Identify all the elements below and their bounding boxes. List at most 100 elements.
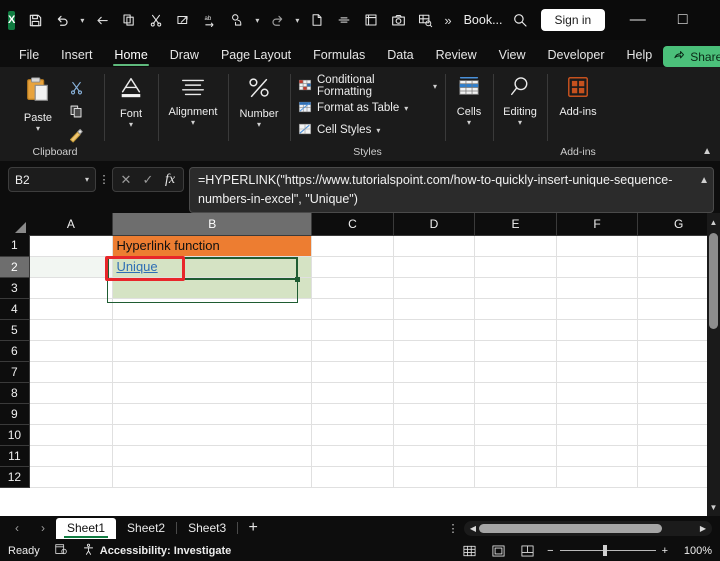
row-header-8[interactable]: 8 (0, 382, 29, 403)
touch-mode-caret-icon[interactable]: ▾ (251, 7, 263, 33)
cell-e1[interactable] (475, 235, 557, 256)
previous-sheet-button[interactable]: ‹ (4, 517, 30, 539)
tab-draw[interactable]: Draw (159, 42, 210, 67)
cell-f2[interactable] (556, 256, 638, 277)
number-dropdown-caret-icon[interactable]: ▾ (257, 120, 261, 129)
select-all-corner[interactable] (0, 213, 29, 235)
tab-file[interactable]: File (8, 42, 50, 67)
column-header-e[interactable]: E (475, 213, 557, 235)
cell-f8[interactable] (556, 382, 638, 403)
cell-e3[interactable] (475, 277, 557, 298)
cell-d2[interactable] (393, 256, 475, 277)
tab-home[interactable]: Home (103, 42, 158, 67)
zoom-slider[interactable]: − + (547, 545, 668, 557)
page-break-view-icon[interactable] (518, 543, 537, 559)
cell-b12[interactable] (113, 466, 312, 487)
tab-data[interactable]: Data (376, 42, 424, 67)
screenshot-icon[interactable] (358, 7, 384, 33)
cell-d8[interactable] (393, 382, 475, 403)
tab-developer[interactable]: Developer (537, 42, 616, 67)
font-button[interactable]: Font ▾ (110, 73, 152, 129)
cell-c11[interactable] (312, 445, 394, 466)
scroll-down-icon[interactable]: ▼ (707, 500, 720, 514)
camera-icon[interactable] (385, 7, 411, 33)
row-header-3[interactable]: 3 (0, 277, 29, 298)
insert-function-button[interactable]: fx (159, 168, 181, 191)
scroll-up-icon[interactable]: ▲ (707, 215, 720, 229)
formula-bar-options-icon[interactable]: ⋮ (96, 167, 112, 192)
undo-icon[interactable] (49, 7, 75, 33)
cell-f9[interactable] (556, 403, 638, 424)
tab-review[interactable]: Review (425, 42, 488, 67)
cell-d5[interactable] (393, 319, 475, 340)
paste-dropdown-caret-icon[interactable]: ▾ (36, 124, 40, 133)
cell-b2-hyperlink[interactable]: Unique (116, 259, 157, 274)
scroll-right-icon[interactable]: ▶ (697, 524, 709, 533)
row-header-7[interactable]: 7 (0, 361, 29, 382)
sign-in-button[interactable]: Sign in (541, 9, 606, 31)
font-dropdown-caret-icon[interactable]: ▾ (129, 120, 133, 129)
cell-d12[interactable] (393, 466, 475, 487)
copy-icon[interactable] (116, 7, 142, 33)
number-button[interactable]: Number ▾ (234, 73, 284, 129)
cell-d3[interactable] (393, 277, 475, 298)
cell-c5[interactable] (312, 319, 394, 340)
qat-overflow-icon[interactable]: » (439, 13, 456, 28)
zoom-thumb[interactable] (603, 545, 607, 556)
accessibility-checker[interactable]: Accessibility: Investigate (82, 543, 231, 559)
cell-c8[interactable] (312, 382, 394, 403)
cut-icon[interactable] (143, 7, 169, 33)
cell-e12[interactable] (475, 466, 557, 487)
paste-special-icon[interactable] (170, 7, 196, 33)
cell-b7[interactable] (113, 361, 312, 382)
next-sheet-button[interactable]: › (30, 517, 56, 539)
record-macro-button[interactable] (54, 542, 68, 559)
tab-view[interactable]: View (488, 42, 537, 67)
maximize-button[interactable]: □ (660, 0, 705, 40)
touch-mode-icon[interactable] (224, 7, 250, 33)
row-header-6[interactable]: 6 (0, 340, 29, 361)
cell-a9[interactable] (29, 403, 113, 424)
tab-insert[interactable]: Insert (50, 42, 103, 67)
horizontal-scrollbar[interactable]: ◀ ▶ (464, 521, 712, 536)
add-sheet-button[interactable]: + (238, 517, 268, 539)
row-header-9[interactable]: 9 (0, 403, 29, 424)
fill-handle[interactable] (295, 277, 300, 282)
chevron-down-icon[interactable]: ▾ (404, 104, 408, 113)
cell-a6[interactable] (29, 340, 113, 361)
zoom-out-button[interactable]: − (547, 545, 553, 557)
row-header-11[interactable]: 11 (0, 445, 29, 466)
sheet-tab-sheet1[interactable]: Sheet1 (56, 518, 116, 539)
normal-view-icon[interactable] (460, 543, 479, 559)
scroll-left-icon[interactable]: ◀ (467, 524, 479, 533)
column-header-d[interactable]: D (393, 213, 475, 235)
cell-b4[interactable] (113, 298, 312, 319)
formula-input[interactable]: =HYPERLINK("https://www.tutorialspoint.c… (189, 167, 714, 213)
redo-dropdown-caret-icon[interactable]: ▾ (291, 7, 303, 33)
cell-c6[interactable] (312, 340, 394, 361)
row-header-4[interactable]: 4 (0, 298, 29, 319)
cell-e9[interactable] (475, 403, 557, 424)
cell-c9[interactable] (312, 403, 394, 424)
strikethrough-icon[interactable] (331, 7, 357, 33)
cell-f1[interactable] (556, 235, 638, 256)
cell-d4[interactable] (393, 298, 475, 319)
cell-f3[interactable] (556, 277, 638, 298)
alignment-dropdown-caret-icon[interactable]: ▾ (191, 118, 195, 127)
cell-c10[interactable] (312, 424, 394, 445)
cell-f12[interactable] (556, 466, 638, 487)
spelling-icon[interactable]: ab (197, 7, 223, 33)
vertical-scroll-thumb[interactable] (709, 233, 718, 329)
horizontal-scroll-track[interactable] (479, 524, 697, 533)
tab-help[interactable]: Help (616, 42, 664, 67)
undo-dropdown-caret-icon[interactable]: ▾ (76, 7, 88, 33)
cell-a2[interactable] (29, 256, 113, 277)
row-header-1[interactable]: 1 (0, 235, 29, 256)
copy-icon[interactable] (64, 100, 88, 122)
cell-f4[interactable] (556, 298, 638, 319)
cell-d6[interactable] (393, 340, 475, 361)
cell-c1[interactable] (312, 235, 394, 256)
collapse-ribbon-icon[interactable]: ▲ (702, 146, 712, 157)
cell-a12[interactable] (29, 466, 113, 487)
sheet-tab-sheet2[interactable]: Sheet2 (116, 518, 176, 539)
